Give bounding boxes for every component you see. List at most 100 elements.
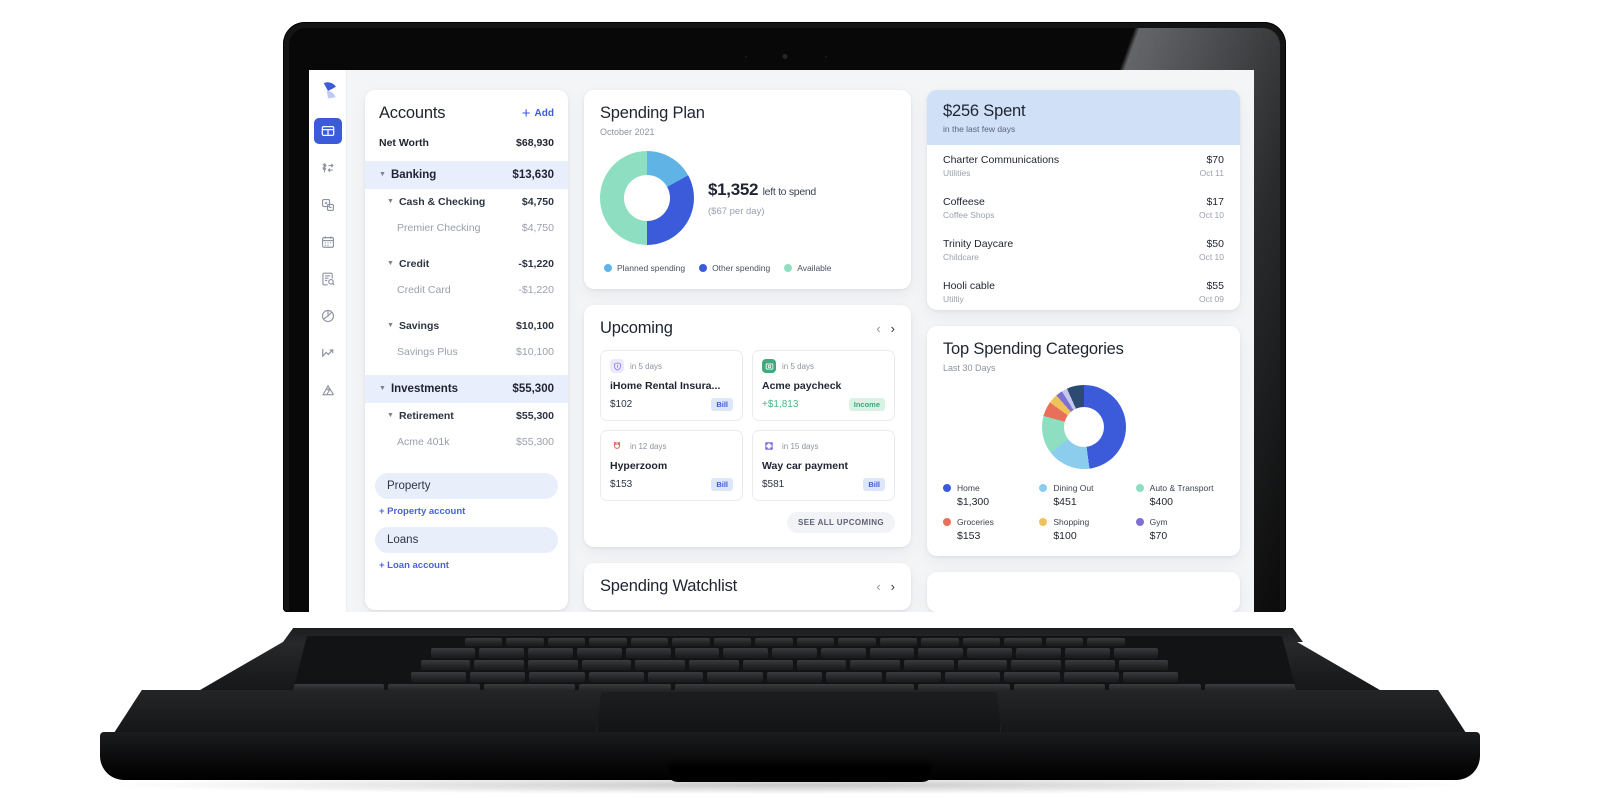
account-row[interactable]: Premier Checking $4,750	[365, 215, 568, 241]
legend-item: Planned spending	[604, 263, 685, 273]
account-row[interactable]: ▼ Banking $13,630	[365, 161, 568, 189]
add-property-account-link[interactable]: + Property account	[365, 499, 568, 519]
sidebar-item-trends[interactable]	[314, 340, 342, 366]
category-name: Groceries	[957, 517, 994, 528]
keyboard-key	[850, 660, 900, 669]
chevron-left-icon[interactable]: ‹	[876, 322, 880, 335]
account-row[interactable]: Savings Plus $10,100	[365, 339, 568, 365]
chevron-down-icon[interactable]: ▼	[387, 260, 394, 267]
watchlist-title: Spending Watchlist	[600, 577, 738, 595]
chevron-down-icon[interactable]: ▼	[387, 322, 394, 329]
account-value: $13,630	[512, 169, 554, 181]
account-row[interactable]: ▼ Cash & Checking $4,750	[365, 189, 568, 215]
keyboard-key	[772, 648, 817, 657]
account-label: Acme 401k	[397, 436, 450, 448]
keyboard-key	[1123, 672, 1179, 681]
keyboard-key	[766, 672, 823, 681]
chevron-down-icon[interactable]: ▼	[379, 385, 386, 392]
keyboard-key	[869, 648, 915, 657]
transactions-list: Charter Communications Utilities $70 Oct 11…	[927, 145, 1240, 310]
chevron-right-icon[interactable]: ›	[891, 322, 895, 335]
keyboard-key	[1118, 660, 1169, 669]
account-row[interactable]: ▼ Investments $55,300	[365, 375, 568, 403]
chevron-left-icon[interactable]: ‹	[876, 580, 880, 593]
top-categories-title: Top Spending Categories	[943, 340, 1124, 359]
account-row[interactable]: ▼ Credit -$1,220	[365, 251, 568, 277]
add-account-label: Add	[534, 108, 554, 119]
account-label: Credit	[398, 258, 430, 270]
chevron-right-icon[interactable]: ›	[891, 580, 895, 593]
account-value: $10,100	[516, 320, 554, 332]
keyboard-key	[723, 648, 769, 657]
sidebar-item-goals[interactable]	[314, 377, 342, 403]
upcoming-tag-badge: Bill	[711, 478, 733, 491]
account-row[interactable]: Credit Card -$1,220	[365, 277, 568, 303]
keyboard-key	[527, 660, 578, 669]
category-name: Gym	[1149, 517, 1168, 528]
keyboard-key	[1045, 638, 1083, 645]
keyboard-key	[742, 660, 793, 669]
chevron-down-icon[interactable]: ▼	[387, 198, 394, 205]
transaction-row[interactable]: Coffeese Coffee Shops $17 Oct 10	[927, 187, 1240, 229]
keyboard-key	[826, 672, 882, 681]
keyboard-key	[1063, 672, 1120, 681]
transaction-row[interactable]: Charter Communications Utilities $70 Oct 11	[927, 145, 1240, 187]
row-spacer	[365, 303, 568, 313]
upcoming-item[interactable]: in 15 days Way car payment $581 Bill	[752, 430, 895, 501]
upcoming-amount: $581	[762, 479, 785, 490]
account-value: $55,300	[516, 410, 554, 422]
account-label: Banking	[390, 169, 437, 181]
see-all-upcoming-button[interactable]: SEE ALL UPCOMING	[600, 512, 895, 533]
streaming-icon	[610, 439, 624, 453]
legend-dot-icon	[604, 264, 612, 272]
car-payment-icon	[762, 439, 776, 453]
keyboard-key	[1004, 638, 1042, 645]
sidebar-item-dashboard[interactable]	[313, 118, 342, 144]
account-value: $55,300	[512, 383, 554, 395]
account-label: Cash & Checking	[398, 196, 486, 208]
upcoming-due-date: in 5 days	[630, 361, 663, 371]
sidebar-item-reports[interactable]	[314, 266, 342, 292]
legend-label: Available	[797, 263, 832, 273]
keyboard-key	[420, 660, 471, 669]
keyboard-key	[469, 672, 526, 681]
keyboard-key	[921, 638, 959, 645]
spending-plan-amount-suffix: left to spend	[762, 185, 817, 198]
account-row[interactable]: Acme 401k $55,300	[365, 429, 568, 455]
legend-dot-icon	[1135, 518, 1144, 527]
account-row[interactable]: ▼ Savings $10,100	[365, 313, 568, 339]
add-account-button[interactable]: + Add	[522, 106, 554, 121]
transaction-row[interactable]: Hooli cable Utiltiy $55 Oct 09	[927, 271, 1240, 310]
shield-insurance-icon	[610, 359, 624, 373]
upcoming-items: in 5 days iHome Rental Insura... $102 Bill i…	[600, 350, 895, 501]
net-worth-value: $68,930	[516, 137, 554, 149]
loans-section-header[interactable]: Loans	[375, 527, 558, 553]
transaction-row[interactable]: Trinity Daycare Childcare $50 Oct 10	[927, 229, 1240, 271]
upcoming-due-date: in 5 days	[782, 361, 815, 371]
chevron-down-icon[interactable]: ▼	[379, 171, 386, 178]
upcoming-tag-badge: Income	[848, 398, 885, 411]
category-legend-item: Auto & Transport $400	[1135, 483, 1224, 508]
category-value: $451	[1053, 496, 1077, 509]
sidebar-item-budget[interactable]	[314, 303, 342, 329]
spending-plan-donut	[600, 151, 694, 245]
upcoming-item[interactable]: in 5 days iHome Rental Insura... $102 Bill	[600, 350, 743, 421]
sidebar-item-transactions[interactable]	[314, 155, 342, 181]
upcoming-amount: +$1,813	[762, 399, 799, 410]
keyboard-key	[962, 638, 1000, 645]
account-row[interactable]: ▼ Retirement $55,300	[365, 403, 568, 429]
spent-amount: $256 Spent	[943, 102, 1026, 120]
legend-dot-icon	[943, 518, 951, 527]
upcoming-item[interactable]: in 12 days Hyperzoom $153 Bill	[600, 430, 743, 501]
transaction-amount: $17	[1206, 196, 1224, 208]
upcoming-item[interactable]: in 5 days Acme paycheck +$1,813 Income	[752, 350, 895, 421]
account-value: $4,750	[521, 196, 554, 208]
monarch-logo[interactable]	[313, 76, 343, 110]
property-section-header[interactable]: Property	[375, 473, 558, 499]
add-loan-account-link[interactable]: + Loan account	[365, 553, 568, 573]
keyboard-key	[1064, 648, 1110, 657]
row-spacer	[365, 455, 568, 465]
sidebar-item-accounts[interactable]	[314, 192, 342, 218]
chevron-down-icon[interactable]: ▼	[387, 412, 394, 419]
sidebar-item-calendar[interactable]	[314, 229, 342, 255]
